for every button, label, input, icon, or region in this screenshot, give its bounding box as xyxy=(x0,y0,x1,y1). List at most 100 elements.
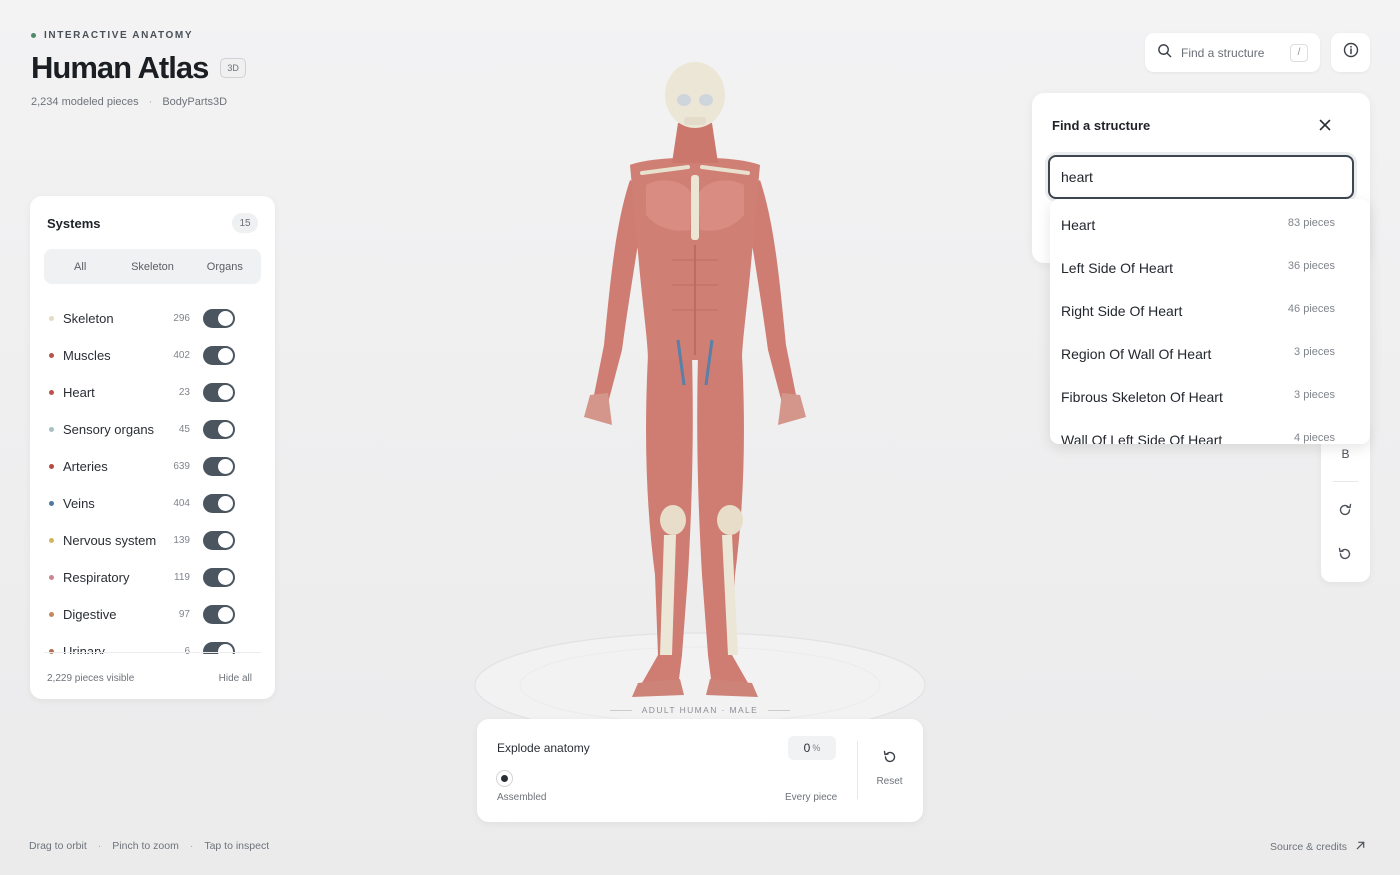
system-toggle[interactable] xyxy=(203,346,235,365)
hint-separator: · xyxy=(189,840,194,852)
result-item[interactable]: Left Side Of Heart 36 pieces xyxy=(1050,242,1370,285)
system-label: Respiratory xyxy=(63,570,130,585)
close-icon[interactable] xyxy=(1317,117,1333,133)
system-row-nervous-system[interactable]: Nervous system 139 xyxy=(30,522,275,559)
search-label: Find a structure xyxy=(1181,45,1265,60)
system-count: 404 xyxy=(173,498,190,509)
hint-separator: · xyxy=(97,840,102,852)
result-name: Wall Of Left Side Of Heart xyxy=(1061,432,1223,444)
explode-max-label: Every piece xyxy=(785,792,838,803)
system-toggle[interactable] xyxy=(203,420,235,439)
system-label: Nervous system xyxy=(63,533,157,548)
system-count: 639 xyxy=(173,461,190,472)
system-toggle[interactable] xyxy=(203,383,235,402)
systems-filter: All Skeleton Organs xyxy=(44,249,261,284)
result-count: 4 pieces xyxy=(1294,432,1335,444)
eyebrow: INTERACTIVE ANATOMY xyxy=(31,30,193,41)
system-toggle[interactable] xyxy=(203,531,235,550)
mode-badge: 3D xyxy=(220,58,246,78)
rotate-icon[interactable] xyxy=(1337,502,1353,523)
find-title: Find a structure xyxy=(1052,118,1151,133)
credits-link[interactable]: Source & credits xyxy=(1270,840,1366,854)
search-button[interactable]: Find a structure / xyxy=(1145,33,1320,72)
explode-divider xyxy=(857,741,858,799)
systems-count: 15 xyxy=(232,213,258,233)
reset-icon xyxy=(882,749,898,770)
anatomy-model[interactable] xyxy=(560,55,830,705)
caption-rule xyxy=(768,709,791,711)
result-item[interactable]: Right Side Of Heart 46 pieces xyxy=(1050,285,1370,328)
hint-zoom: Pinch to zoom xyxy=(112,840,179,852)
system-row-urinary[interactable]: Urinary 6 xyxy=(30,633,275,654)
system-count: 139 xyxy=(173,535,190,546)
hide-all-button[interactable]: Hide all xyxy=(219,673,252,684)
filter-skeleton[interactable]: Skeleton xyxy=(116,261,188,273)
system-toggle[interactable] xyxy=(203,494,235,513)
system-count: 119 xyxy=(174,572,190,583)
system-toggle[interactable] xyxy=(203,309,235,328)
system-label: Skeleton xyxy=(63,311,114,326)
system-label: Arteries xyxy=(63,459,108,474)
system-row-digestive[interactable]: Digestive 97 xyxy=(30,596,275,633)
system-label: Digestive xyxy=(63,607,117,622)
system-row-muscles[interactable]: Muscles 402 xyxy=(30,337,275,374)
system-count: 97 xyxy=(178,609,190,620)
reset-label: Reset xyxy=(876,776,903,787)
reset-view-icon[interactable] xyxy=(1337,546,1353,567)
system-toggle[interactable] xyxy=(203,605,235,624)
result-name: Right Side Of Heart xyxy=(1061,303,1183,319)
system-count: 23 xyxy=(178,387,190,398)
credits-label: Source & credits xyxy=(1270,841,1348,853)
structure-search-input[interactable] xyxy=(1048,155,1354,199)
visible-pieces: 2,229 pieces visible xyxy=(47,673,135,684)
view-b-button[interactable]: B xyxy=(1321,447,1370,461)
system-color-dot xyxy=(49,390,54,395)
system-color-dot xyxy=(49,427,54,432)
result-count: 83 pieces xyxy=(1287,217,1335,229)
explode-slider-handle[interactable] xyxy=(497,771,512,786)
eyebrow-label: INTERACTIVE ANATOMY xyxy=(44,30,194,41)
search-icon xyxy=(1157,43,1172,63)
explode-min-label: Assembled xyxy=(497,792,547,803)
result-item[interactable]: Heart 83 pieces xyxy=(1050,199,1370,242)
caption-label: ADULT HUMAN · MALE xyxy=(641,705,759,715)
search-results[interactable]: Heart 83 pieces Left Side Of Heart 36 pi… xyxy=(1050,199,1370,444)
reset-button[interactable]: Reset xyxy=(867,749,912,787)
result-count: 36 pieces xyxy=(1287,260,1335,272)
result-item[interactable]: Fibrous Skeleton Of Heart 3 pieces xyxy=(1050,371,1370,414)
meta-separator: · xyxy=(148,96,153,108)
system-color-dot xyxy=(49,612,54,617)
filter-all[interactable]: All xyxy=(44,261,116,273)
system-toggle[interactable] xyxy=(203,568,235,587)
system-row-veins[interactable]: Veins 404 xyxy=(30,485,275,522)
toolbar-divider xyxy=(1333,481,1358,482)
explode-panel: Explode anatomy 0 % Assembled Every piec… xyxy=(477,719,923,822)
hint-orbit: Drag to orbit xyxy=(29,840,87,852)
external-link-icon xyxy=(1355,840,1366,854)
result-count: 46 pieces xyxy=(1287,303,1335,315)
filter-organs[interactable]: Organs xyxy=(189,261,261,273)
result-count: 3 pieces xyxy=(1294,346,1335,358)
hint-inspect: Tap to inspect xyxy=(204,840,270,852)
result-count: 3 pieces xyxy=(1294,389,1335,401)
system-color-dot xyxy=(49,538,54,543)
system-color-dot xyxy=(49,464,54,469)
data-source: BodyParts3D xyxy=(162,96,228,108)
system-label: Heart xyxy=(63,385,95,400)
result-item[interactable]: Region Of Wall Of Heart 3 pieces xyxy=(1050,328,1370,371)
info-button[interactable] xyxy=(1331,33,1370,72)
system-color-dot xyxy=(49,353,54,358)
result-item[interactable]: Wall Of Left Side Of Heart 4 pieces xyxy=(1050,414,1370,444)
system-count: 402 xyxy=(173,350,190,361)
system-row-heart[interactable]: Heart 23 xyxy=(30,374,275,411)
system-row-respiratory[interactable]: Respiratory 119 xyxy=(30,559,275,596)
system-row-arteries[interactable]: Arteries 639 xyxy=(30,448,275,485)
system-label: Muscles xyxy=(63,348,111,363)
caption-rule xyxy=(609,709,632,711)
systems-title: Systems xyxy=(47,216,101,231)
system-row-sensory-organs[interactable]: Sensory organs 45 xyxy=(30,411,275,448)
system-row-skeleton[interactable]: Skeleton 296 xyxy=(30,300,275,337)
systems-list[interactable]: Skeleton 296 Muscles 402 Heart 23 Sensor… xyxy=(30,298,275,654)
system-toggle[interactable] xyxy=(203,457,235,476)
info-icon xyxy=(1343,42,1359,63)
